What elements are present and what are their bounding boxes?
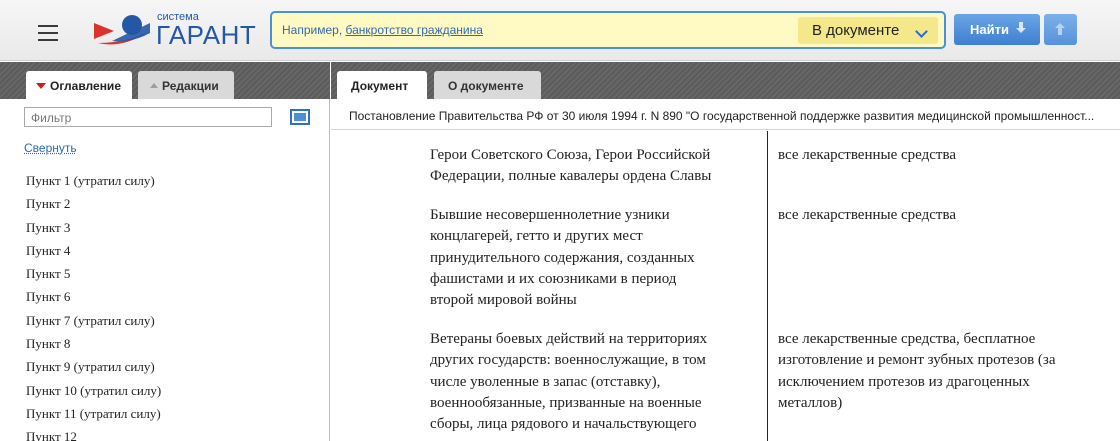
toc-item[interactable]: Пункт 3 bbox=[26, 216, 161, 239]
tab-about-document[interactable]: О документе bbox=[434, 71, 541, 99]
text-line: металлов) bbox=[778, 393, 1056, 414]
chevron-down-icon bbox=[915, 25, 928, 38]
filter-input[interactable]: Фильтр bbox=[24, 107, 272, 127]
arrow-down-icon bbox=[1017, 22, 1025, 34]
toc-item[interactable]: Пункт 11 (утратил силу) bbox=[26, 402, 161, 425]
table-cell-benefit: все лекарственные средства bbox=[778, 145, 956, 166]
text-line: Федерации, полные кавалеры ордена Славы bbox=[430, 166, 711, 187]
table-cell-benefit: все лекарственные средства bbox=[778, 205, 956, 226]
text-line: сборы, лица рядового и начальствующего bbox=[430, 414, 707, 435]
triangle-up-icon bbox=[150, 83, 158, 88]
toc-item[interactable]: Пункт 9 (утратил силу) bbox=[26, 355, 161, 378]
document-body: Герои Советского Союза, Герои Российской… bbox=[331, 131, 1120, 441]
document-title: Постановление Правительства РФ от 30 июл… bbox=[349, 109, 1094, 123]
text-line: Бывшие несовершеннолетние узники bbox=[430, 205, 695, 226]
text-line: Герои Советского Союза, Герои Российской bbox=[430, 145, 711, 166]
text-line: исключением протезов из драгоценных bbox=[778, 372, 1056, 393]
tab-contents-label: Оглавление bbox=[50, 79, 121, 93]
toc-item[interactable]: Пункт 8 bbox=[26, 332, 161, 355]
find-previous-button[interactable] bbox=[1044, 14, 1077, 45]
arrow-up-icon bbox=[1056, 23, 1064, 35]
text-line: все лекарственные средства, бесплатное bbox=[778, 329, 1056, 350]
find-button[interactable]: Найти bbox=[954, 14, 1040, 45]
top-header: система ГАРАНТ Например, банкротство гра… bbox=[0, 0, 1120, 61]
table-cell-category: Ветераны боевых действий на территориях … bbox=[430, 329, 707, 435]
collapse-link[interactable]: Свернуть bbox=[24, 141, 77, 155]
table-column-divider bbox=[767, 131, 768, 441]
sidebar-contents: Фильтр Свернуть Пункт 1 (утратил силу) П… bbox=[0, 99, 330, 441]
toc-item[interactable]: Пункт 6 bbox=[26, 285, 161, 308]
triangle-down-icon bbox=[36, 83, 46, 89]
text-line: других государств: военнослужащие, в том bbox=[430, 350, 707, 371]
search-scope-label: В документе bbox=[812, 22, 899, 39]
search-placeholder-prefix: Например, bbox=[282, 23, 342, 37]
text-line: концлагерей, гетто и других мест bbox=[430, 226, 695, 247]
text-line: все лекарственные средства bbox=[778, 205, 956, 226]
document-title-bar: Постановление Правительства РФ от 30 июл… bbox=[331, 99, 1120, 130]
tab-editions[interactable]: Редакции bbox=[138, 71, 234, 99]
garant-logo-mark bbox=[92, 13, 154, 49]
search-example-link[interactable]: банкротство гражданина bbox=[346, 23, 483, 37]
text-line: военнообязанные, призванные на военные bbox=[430, 393, 707, 414]
toc-item[interactable]: Пункт 5 bbox=[26, 262, 161, 285]
tab-document[interactable]: Документ bbox=[337, 71, 427, 99]
panel-toggle-icon[interactable] bbox=[290, 109, 310, 125]
sidebar-tab-strip: Оглавление Редакции bbox=[0, 62, 330, 99]
toc-item[interactable]: Пункт 4 bbox=[26, 239, 161, 262]
toc-item[interactable]: Пункт 10 (утратил силу) bbox=[26, 379, 161, 402]
text-line: Ветераны боевых действий на территориях bbox=[430, 329, 707, 350]
text-line: второй мировой войны bbox=[430, 290, 695, 311]
text-line: принудительного содержания, созданных bbox=[430, 248, 695, 269]
table-cell-category: Бывшие несовершеннолетние узники концлаг… bbox=[430, 205, 695, 311]
text-line: изготовление и ремонт зубных протезов (з… bbox=[778, 350, 1056, 371]
search-field[interactable]: Например, банкротство гражданина В докум… bbox=[270, 11, 946, 49]
toc-item[interactable]: Пункт 2 bbox=[26, 192, 161, 215]
hamburger-icon[interactable] bbox=[38, 25, 58, 41]
toc-item[interactable]: Пункт 1 (утратил силу) bbox=[26, 169, 161, 192]
search-scope-dropdown[interactable]: В документе bbox=[798, 17, 938, 44]
toc-item[interactable]: Пункт 12 bbox=[26, 425, 161, 441]
tab-editions-label: Редакции bbox=[162, 79, 219, 93]
text-line: все лекарственные средства bbox=[778, 145, 956, 166]
tab-contents[interactable]: Оглавление bbox=[26, 71, 132, 99]
text-line: числе уволенные в запас (отставку), bbox=[430, 372, 707, 393]
toc-list: Пункт 1 (утратил силу) Пункт 2 Пункт 3 П… bbox=[26, 169, 161, 441]
find-button-label: Найти bbox=[970, 22, 1009, 37]
garant-logo[interactable]: система ГАРАНТ bbox=[92, 10, 252, 50]
table-cell-category: Герои Советского Союза, Герои Российской… bbox=[430, 145, 711, 188]
search-placeholder[interactable]: Например, банкротство гражданина bbox=[282, 23, 483, 37]
toc-item[interactable]: Пункт 7 (утратил силу) bbox=[26, 309, 161, 332]
logo-title: ГАРАНТ bbox=[156, 22, 256, 48]
table-cell-benefit: все лекарственные средства, бесплатное и… bbox=[778, 329, 1056, 414]
text-line: фашистами и их союзниками в период bbox=[430, 269, 695, 290]
document-tab-strip: Документ О документе bbox=[331, 62, 1120, 99]
